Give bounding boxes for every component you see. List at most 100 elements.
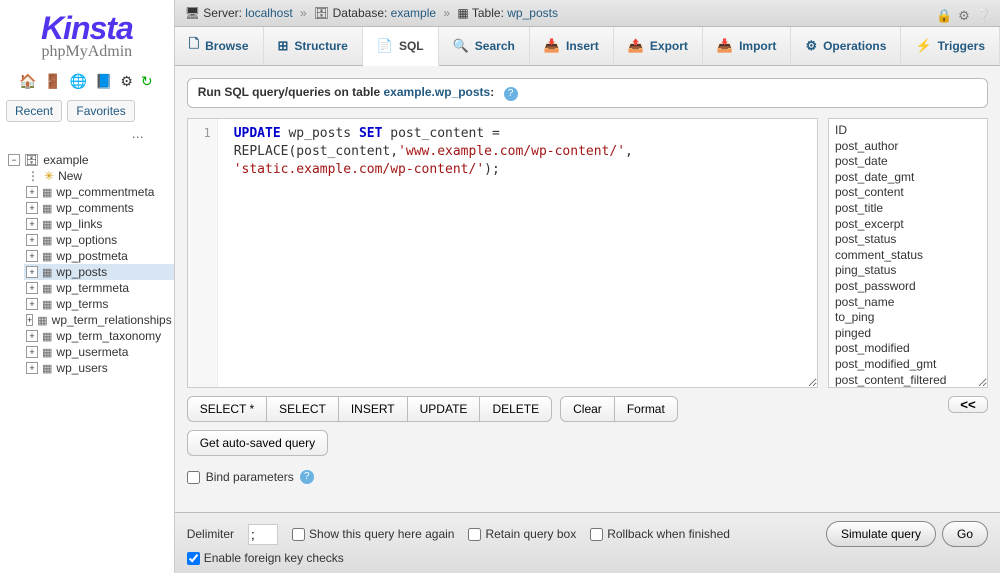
expand-icon[interactable]: +: [26, 314, 33, 326]
logout-icon[interactable]: 🚪: [44, 73, 63, 89]
column-item[interactable]: post_status: [835, 232, 981, 248]
expand-icon[interactable]: +: [26, 298, 38, 310]
column-item[interactable]: post_content: [835, 185, 981, 201]
column-item[interactable]: post_title: [835, 201, 981, 217]
tab-import[interactable]: 📥Import: [703, 27, 792, 65]
column-item[interactable]: to_ping: [835, 310, 981, 326]
update-button[interactable]: UPDATE: [407, 397, 480, 421]
expand-icon[interactable]: +: [26, 362, 38, 374]
delimiter-input[interactable]: [248, 524, 278, 545]
tab-triggers[interactable]: ⚡Triggers: [901, 27, 1000, 65]
retain-checkbox[interactable]: [468, 528, 481, 541]
tree-new-label: New: [58, 169, 82, 183]
tab-icon: ⚙: [805, 38, 817, 54]
select-button[interactable]: SELECT: [266, 397, 338, 421]
bind-parameters-checkbox[interactable]: [187, 471, 200, 484]
column-item[interactable]: ID: [835, 123, 981, 139]
tab-search[interactable]: 🔍Search: [439, 27, 530, 65]
delete-button[interactable]: DELETE: [479, 397, 551, 421]
favorites-link[interactable]: Favorites: [67, 100, 134, 122]
expand-icon[interactable]: +: [26, 250, 38, 262]
home-icon[interactable]: 🏠: [19, 73, 38, 89]
auto-saved-button[interactable]: Get auto-saved query: [187, 430, 328, 456]
tree-table-wp_term_relationships[interactable]: +▦wp_term_relationships: [24, 312, 174, 328]
column-item[interactable]: post_author: [835, 139, 981, 155]
tree-table-wp_term_taxonomy[interactable]: +▦wp_term_taxonomy: [24, 328, 174, 344]
expand-icon[interactable]: +: [26, 186, 38, 198]
tab-operations[interactable]: ⚙ Operations: [791, 27, 901, 65]
expand-icon[interactable]: +: [26, 234, 38, 246]
column-item[interactable]: post_modified_gmt: [835, 357, 981, 373]
column-item[interactable]: ping_status: [835, 263, 981, 279]
lock-icon[interactable]: 🔒: [936, 8, 952, 24]
expand-icon[interactable]: +: [26, 330, 38, 342]
column-item[interactable]: post_date_gmt: [835, 170, 981, 186]
expand-icon[interactable]: +: [26, 282, 38, 294]
tree-table-wp_usermeta[interactable]: +▦wp_usermeta: [24, 344, 174, 360]
simulate-button[interactable]: Simulate query: [826, 521, 936, 547]
column-item[interactable]: post_name: [835, 295, 981, 311]
tree-db-node[interactable]: − 🗄 example: [0, 152, 174, 168]
tab-browse[interactable]: 🗋Browse: [175, 27, 264, 65]
tree-table-wp_posts[interactable]: +▦wp_posts: [24, 264, 174, 280]
help-top-icon[interactable]: ❔: [976, 8, 992, 24]
breadcrumb-table[interactable]: wp_posts: [507, 6, 558, 20]
product-name: phpMyAdmin: [10, 43, 164, 61]
tree-table-wp_options[interactable]: +▦wp_options: [24, 232, 174, 248]
tab-sql[interactable]: 📄SQL: [363, 27, 439, 66]
tree-table-wp_postmeta[interactable]: +▦wp_postmeta: [24, 248, 174, 264]
tree-table-wp_links[interactable]: +▦wp_links: [24, 216, 174, 232]
tree-new[interactable]: ⋮ ✳ New: [24, 168, 174, 184]
select-star-button[interactable]: SELECT *: [188, 397, 266, 421]
column-item[interactable]: post_modified: [835, 341, 981, 357]
breadcrumb-database[interactable]: example: [391, 6, 436, 20]
tab-structure[interactable]: ⊞Structure: [264, 27, 363, 65]
db-name: example: [43, 153, 88, 167]
table-icon: ▦: [42, 346, 52, 359]
collapse-icon[interactable]: −: [8, 154, 20, 166]
expand-icon[interactable]: +: [26, 202, 38, 214]
column-item[interactable]: post_content_filtered: [835, 373, 981, 389]
column-item[interactable]: pinged: [835, 326, 981, 342]
column-item[interactable]: post_date: [835, 154, 981, 170]
globe-icon[interactable]: 🌐: [70, 73, 89, 89]
refresh-icon[interactable]: ↻: [141, 73, 155, 89]
tab-label: Operations: [823, 39, 886, 53]
expand-icon[interactable]: +: [26, 346, 38, 358]
expand-icon[interactable]: +: [26, 266, 38, 278]
table-icon: ▦: [42, 362, 52, 375]
db-tree: − 🗄 example ⋮ ✳ New +▦wp_commentmeta+▦wp…: [0, 148, 174, 380]
show-again-checkbox[interactable]: [292, 528, 305, 541]
sql-editor[interactable]: 1 UPDATE wp_posts SET post_content = REP…: [187, 118, 818, 388]
tab-export[interactable]: 📤Export: [614, 27, 703, 65]
help-icon[interactable]: 📘: [95, 73, 114, 89]
recent-link[interactable]: Recent: [6, 100, 62, 122]
settings-icon[interactable]: ⚙: [120, 73, 135, 89]
tree-table-wp_users[interactable]: +▦wp_users: [24, 360, 174, 376]
table-name: wp_term_relationships: [52, 313, 172, 327]
collapse-columns-button[interactable]: <<: [948, 396, 988, 413]
query-heading-link[interactable]: example.wp_posts: [384, 85, 491, 99]
format-button[interactable]: Format: [614, 397, 677, 421]
column-item[interactable]: post_password: [835, 279, 981, 295]
help-icon[interactable]: ?: [504, 87, 518, 101]
expand-icon[interactable]: +: [26, 218, 38, 230]
help-icon[interactable]: ?: [300, 470, 314, 484]
rollback-checkbox[interactable]: [590, 528, 603, 541]
fk-checkbox[interactable]: [187, 552, 200, 565]
column-item[interactable]: post_excerpt: [835, 217, 981, 233]
table-icon: ▦: [42, 186, 52, 199]
tree-table-wp_commentmeta[interactable]: +▦wp_commentmeta: [24, 184, 174, 200]
breadcrumb-server[interactable]: localhost: [245, 6, 292, 20]
brand-corner: 🔒 ⚙ ❔: [936, 8, 992, 24]
go-button[interactable]: Go: [942, 521, 988, 547]
gear-icon[interactable]: ⚙: [958, 8, 970, 24]
column-item[interactable]: comment_status: [835, 248, 981, 264]
clear-button[interactable]: Clear: [561, 397, 614, 421]
insert-button[interactable]: INSERT: [338, 397, 407, 421]
column-list[interactable]: IDpost_authorpost_datepost_date_gmtpost_…: [828, 118, 988, 388]
tab-insert[interactable]: 📥Insert: [530, 27, 614, 65]
tree-table-wp_comments[interactable]: +▦wp_comments: [24, 200, 174, 216]
tree-table-wp_terms[interactable]: +▦wp_terms: [24, 296, 174, 312]
tree-table-wp_termmeta[interactable]: +▦wp_termmeta: [24, 280, 174, 296]
